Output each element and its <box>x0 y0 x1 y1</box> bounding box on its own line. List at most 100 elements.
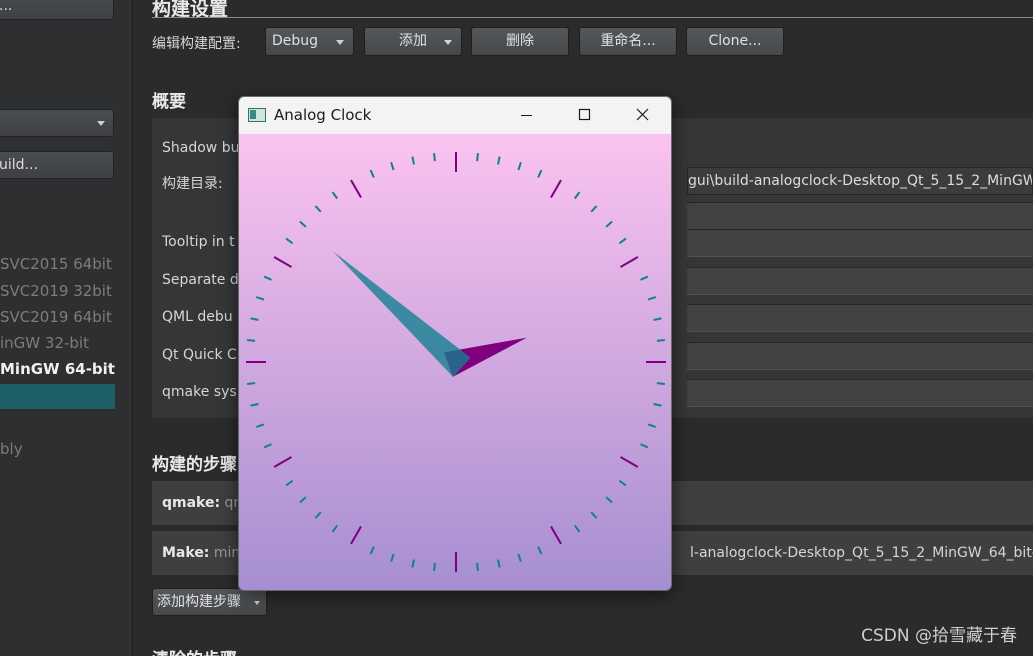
sidebar-kit-item[interactable]: inGW 32-bit <box>0 331 120 355</box>
qt-quick-compiler-label: Qt Quick C <box>162 347 237 363</box>
clock-minute-tick <box>263 443 272 449</box>
build-dir-extra-field[interactable] <box>687 202 1033 232</box>
delete-config-button[interactable]: 删除 <box>471 27 569 56</box>
config-select[interactable]: Debug <box>265 27 354 56</box>
sidebar-kit-item[interactable]: SVC2019 32bit <box>0 279 120 303</box>
clock-minute-tick <box>255 296 265 301</box>
sidebar-top-button[interactable]: ... <box>0 0 114 20</box>
clock-minute-tick <box>618 479 627 487</box>
clock-minute-tick <box>314 511 322 519</box>
clock-hour-tick <box>273 256 292 268</box>
clock-minute-tick <box>285 237 294 245</box>
clock-minute-tick <box>285 479 294 487</box>
config-label: 编辑构建配置: <box>152 36 241 52</box>
sidebar-item[interactable]: bly <box>0 437 120 461</box>
minimize-button[interactable] <box>497 97 555 134</box>
kit-label: inGW 32-bit <box>0 334 89 352</box>
clock-dial <box>246 152 666 572</box>
tooltip-field[interactable] <box>687 229 1033 257</box>
sidebar-top-button-label: ... <box>0 0 13 14</box>
clock-minute-tick <box>299 220 307 228</box>
clock-hour-tick <box>620 256 639 268</box>
sidebar-build-button-label: uild... <box>0 157 38 173</box>
clock-minute-tick <box>653 317 662 321</box>
qml-debug-label: QML debu <box>162 309 233 325</box>
clock-minute-tick <box>390 553 395 563</box>
clock-minute-tick <box>647 296 657 301</box>
separate-debug-select[interactable] <box>687 267 1033 295</box>
window-titlebar[interactable]: Analog Clock <box>239 97 671 134</box>
clock-minute-tick <box>640 443 649 449</box>
clock-minute-tick <box>656 382 665 385</box>
build-step-qmake-label: qmake: <box>162 495 221 511</box>
clock-minute-tick <box>255 423 265 428</box>
rename-config-button[interactable]: 重命名... <box>579 27 677 56</box>
qmake-system-label: qmake sys <box>162 384 237 400</box>
sidebar-kit-combo[interactable] <box>0 109 114 137</box>
clock-minute-hand <box>333 251 471 378</box>
clock-minute-tick <box>369 546 375 555</box>
sidebar-kit-item-selected[interactable] <box>0 384 115 409</box>
build-dir-input[interactable]: gui\build-analogclock-Desktop_Qt_5_15_2_… <box>687 167 1033 195</box>
chevron-down-icon <box>254 601 260 605</box>
clock-minute-tick <box>299 496 307 504</box>
window-app-icon <box>248 108 266 122</box>
sidebar-kit-item-active[interactable]: MinGW 64-bit <box>0 357 120 381</box>
sidebar-item-label: bly <box>0 440 23 458</box>
clock-minute-tick <box>263 275 272 281</box>
clock-minute-tick <box>250 403 259 407</box>
clock-minute-tick <box>331 191 339 200</box>
clock-minute-tick <box>390 161 395 171</box>
add-build-step-button[interactable]: 添加构建步骤 <box>152 588 267 616</box>
clone-config-label: Clone... <box>708 33 762 49</box>
clock-minute-tick <box>476 153 479 162</box>
qmake-system-select[interactable] <box>687 379 1033 407</box>
clock-minute-tick <box>590 205 598 213</box>
clock-minute-tick <box>618 237 627 245</box>
clock-hour-tick <box>620 456 639 468</box>
config-select-value: Debug <box>272 33 319 49</box>
clock-minute-tick <box>247 339 256 342</box>
chevron-down-icon <box>444 40 452 45</box>
kit-label: SVC2019 32bit <box>0 282 112 300</box>
clock-hour-tick <box>550 179 562 198</box>
clock-minute-tick <box>247 382 256 385</box>
overview-title: 概要 <box>152 92 186 112</box>
build-dir-label: 构建目录: <box>162 176 223 192</box>
build-step-make-label: Make: <box>162 545 210 561</box>
kit-label: MinGW 64-bit <box>0 360 115 378</box>
clock-minute-tick <box>590 511 598 519</box>
sidebar-kit-item[interactable]: SVC2019 64bit <box>0 305 120 329</box>
sidebar-build-button[interactable]: uild... <box>0 151 114 179</box>
chevron-down-icon <box>97 121 105 126</box>
analog-clock-window[interactable]: Analog Clock <box>238 96 672 591</box>
clock-minute-tick <box>250 317 259 321</box>
qml-debug-select[interactable] <box>687 304 1033 332</box>
watermark: CSDN @拾雪藏于春 <box>861 626 1017 646</box>
build-dir-value: gui\build-analogclock-Desktop_Qt_5_15_2_… <box>688 173 1033 189</box>
clock-hour-tick <box>550 526 562 545</box>
tooltip-label: Tooltip in t <box>162 234 235 250</box>
clock-minute-tick <box>411 559 415 568</box>
maximize-button[interactable] <box>555 97 613 134</box>
close-button[interactable] <box>613 97 671 134</box>
minimize-icon <box>521 115 532 116</box>
clock-minute-tick <box>433 153 436 162</box>
clock-minute-tick <box>653 403 662 407</box>
clock-minute-tick <box>573 191 581 200</box>
clock-minute-tick <box>656 339 665 342</box>
clock-minute-tick <box>314 205 322 213</box>
add-config-label: 添加 <box>399 33 427 49</box>
build-step-make-text: min <box>213 545 241 561</box>
clock-hour-tick <box>350 179 362 198</box>
clock-minute-tick <box>497 559 501 568</box>
clock-minute-tick <box>476 562 479 571</box>
clock-minute-tick <box>537 546 543 555</box>
sidebar-kit-item[interactable]: SVC2015 64bit <box>0 252 120 276</box>
window-title: Analog Clock <box>274 106 372 124</box>
clock-minute-tick <box>369 169 375 178</box>
add-config-button[interactable]: 添加 <box>364 27 462 56</box>
clone-config-button[interactable]: Clone... <box>686 27 784 56</box>
clock-minute-tick <box>331 524 339 533</box>
qt-quick-compiler-select[interactable] <box>687 342 1033 370</box>
